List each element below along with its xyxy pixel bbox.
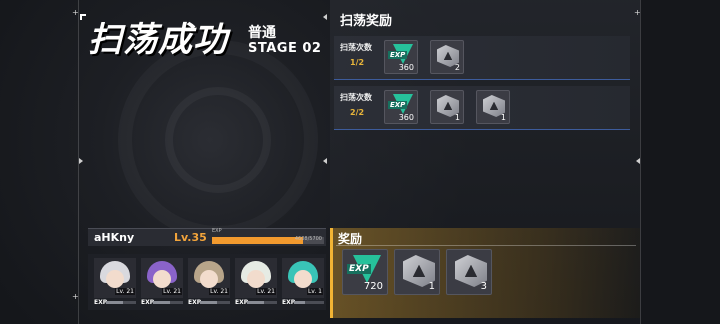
sweep-count-value: 1/2 [350, 58, 365, 67]
divider [336, 245, 636, 246]
character-exp-bar [247, 301, 277, 304]
difficulty-label: 普通 [248, 25, 276, 41]
sweep-count-label: 扫荡次数 [340, 43, 372, 52]
character-card[interactable]: Lv. 1 EXP [282, 258, 324, 306]
reward-item-material[interactable]: 1 [430, 90, 464, 124]
item-quantity: 1 [428, 281, 435, 292]
item-quantity: 1 [500, 113, 506, 122]
character-level: Lv. 21 [256, 288, 276, 295]
item-quantity: 720 [363, 281, 383, 292]
frame-arrow-icon [79, 158, 83, 164]
reward-item-exp[interactable]: EXP 360 [384, 40, 418, 74]
reward-item-material[interactable]: 1 [476, 90, 510, 124]
total-reward-item-material[interactable]: 3 [446, 249, 492, 295]
reward-item-material[interactable]: 2 [430, 40, 464, 74]
player-name: aHKny [94, 231, 135, 244]
total-reward-item-material[interactable]: 1 [394, 249, 440, 295]
character-portrait: Lv. 21 [94, 258, 136, 298]
character-exp-bar [153, 301, 183, 304]
sweep-row: 扫荡次数 2/2 EXP 360 1 1 [334, 86, 630, 130]
sweep-count-label: 扫荡次数 [340, 93, 372, 102]
character-portrait: Lv. 1 [282, 258, 324, 298]
character-level: Lv. 21 [115, 288, 135, 295]
total-rewards-accent [330, 228, 333, 318]
character-card[interactable]: Lv. 21 EXP [94, 258, 136, 306]
corner-plus-icon: + [72, 292, 79, 301]
item-quantity: 360 [398, 113, 414, 122]
background-ring-inner [165, 87, 271, 193]
character-exp-bar [106, 301, 136, 304]
character-portrait: Lv. 21 [235, 258, 277, 298]
page-title: 扫荡成功 [88, 20, 228, 60]
item-quantity: 2 [454, 63, 460, 72]
character-card[interactable]: Lv. 21 EXP [188, 258, 230, 306]
reward-item-exp[interactable]: EXP 360 [384, 90, 418, 124]
character-level: Lv. 21 [209, 288, 229, 295]
corner-plus-icon: + [634, 8, 641, 17]
character-portrait: Lv. 21 [141, 258, 183, 298]
player-exp-bar: 4608/5700 [212, 236, 324, 244]
player-exp-fill [212, 237, 303, 244]
frame-arrow-icon [323, 158, 327, 164]
character-card[interactable]: Lv. 21 EXP [141, 258, 183, 306]
character-list: Lv. 21 EXP Lv. 21 EXP Lv. 21 EXP Lv. 21 EXP Lv. … [88, 254, 326, 310]
character-portrait: Lv. 21 [188, 258, 230, 298]
player-info-bar: aHKny Lv.35 EXP 4608/5700 [88, 228, 326, 246]
right-frame-line [640, 0, 641, 324]
player-exp-label: EXP [212, 228, 222, 234]
total-reward-item-exp[interactable]: EXP 720 [342, 249, 388, 295]
character-exp-bar [294, 301, 324, 304]
item-quantity: 1 [454, 113, 460, 122]
sweep-count-value: 2/2 [350, 108, 365, 117]
sweep-row: 扫荡次数 1/2 EXP 360 2 [334, 36, 630, 80]
player-level: Lv.35 [174, 231, 207, 244]
frame-arrow-icon [636, 158, 640, 164]
corner-plus-icon: + [72, 8, 79, 17]
character-level: Lv. 1 [306, 288, 323, 295]
player-exp-value: 4608/5700 [294, 236, 322, 242]
character-card[interactable]: Lv. 21 EXP [235, 258, 277, 306]
stage-label: STAGE 02 [248, 41, 322, 56]
item-quantity: 3 [480, 281, 487, 292]
frame-arrow-icon [323, 14, 327, 20]
title-corner-decoration [80, 14, 86, 20]
character-exp-bar [200, 301, 230, 304]
sweep-rewards-title: 扫荡奖励 [340, 14, 393, 29]
item-quantity: 360 [398, 63, 414, 72]
character-level: Lv. 21 [162, 288, 182, 295]
